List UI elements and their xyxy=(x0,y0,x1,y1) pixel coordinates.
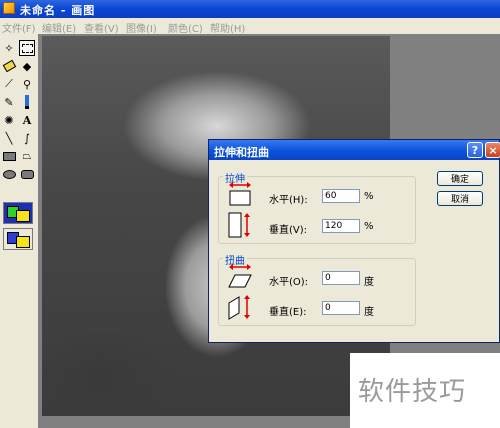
stretch-vertical-label: 垂直(V): xyxy=(269,225,308,236)
toolbox: ✧ ◆ ⟋ ⚲ ✎ ✺ A ╲ ∫ ⏢ xyxy=(0,34,39,428)
watermark-text: 软件技巧 xyxy=(358,377,467,407)
skew-horizontal-unit: 度 xyxy=(364,277,374,288)
line-icon[interactable]: ╲ xyxy=(1,130,17,146)
eraser-icon[interactable] xyxy=(1,58,17,74)
stretch-group: 拉伸 水平(H): 60 % 垂直(V): 120 % xyxy=(218,170,416,244)
menu-image[interactable]: 图像(I) xyxy=(126,20,157,35)
opaque-option-icon[interactable] xyxy=(3,202,33,224)
help-button[interactable]: ? xyxy=(467,142,483,158)
vertical-stretch-icon xyxy=(228,212,250,238)
text-icon[interactable]: A xyxy=(19,112,35,128)
pencil-icon[interactable]: ✎ xyxy=(1,94,17,110)
brush-icon[interactable] xyxy=(19,94,35,110)
dialog-title: 拉伸和扭曲 xyxy=(214,146,269,159)
skew-vertical-input[interactable]: 0 xyxy=(322,301,360,315)
skew-vertical-label: 垂直(E): xyxy=(269,307,307,318)
menu-edit[interactable]: 编辑(E) xyxy=(42,20,76,35)
skew-group: 扭曲 水平(O): 0 度 垂直(E): 0 度 xyxy=(218,252,416,326)
airbrush-icon[interactable]: ✺ xyxy=(1,112,17,128)
skew-horizontal-label: 水平(O): xyxy=(269,277,309,288)
rect-select-icon[interactable] xyxy=(19,40,35,56)
menu-file[interactable]: 文件(F) xyxy=(2,20,36,35)
skew-vertical-unit: 度 xyxy=(364,307,374,318)
window-title: 未命名 - 画图 xyxy=(20,4,96,17)
stretch-skew-dialog: 拉伸和扭曲 ? × 拉伸 水平(H): 60 % 垂直(V): 120 % 扭曲… xyxy=(208,139,500,343)
close-button[interactable]: × xyxy=(485,142,500,158)
vertical-skew-icon xyxy=(228,295,250,320)
watermark: 软件技巧 xyxy=(350,353,500,428)
fill-icon[interactable]: ◆ xyxy=(19,58,35,74)
horizontal-stretch-icon xyxy=(229,182,251,206)
transparent-option-icon[interactable] xyxy=(3,228,33,250)
paint-app-icon xyxy=(3,2,15,14)
menu-colors[interactable]: 颜色(C) xyxy=(168,20,203,35)
rounded-rect-icon[interactable] xyxy=(19,166,35,182)
cancel-button[interactable]: 取消 xyxy=(437,191,483,206)
rectangle-icon[interactable] xyxy=(1,148,17,164)
menu-help[interactable]: 帮助(H) xyxy=(210,20,245,35)
window-titlebar: 未命名 - 画图 xyxy=(0,0,500,18)
skew-horizontal-input[interactable]: 0 xyxy=(322,271,360,285)
polygon-icon[interactable]: ⏢ xyxy=(19,148,35,164)
horizontal-skew-icon xyxy=(228,264,252,288)
stretch-horizontal-input[interactable]: 60 xyxy=(322,189,360,203)
stretch-horizontal-unit: % xyxy=(364,191,374,202)
ellipse-icon[interactable] xyxy=(1,166,17,182)
free-select-icon[interactable]: ✧ xyxy=(1,40,17,56)
ok-button[interactable]: 确定 xyxy=(437,171,483,186)
menu-view[interactable]: 查看(V) xyxy=(84,20,119,35)
stretch-horizontal-label: 水平(H): xyxy=(269,195,308,206)
curve-icon[interactable]: ∫ xyxy=(19,130,35,146)
stretch-vertical-input[interactable]: 120 xyxy=(322,219,360,233)
stretch-vertical-unit: % xyxy=(364,221,374,232)
magnifier-icon[interactable]: ⚲ xyxy=(19,76,35,92)
dialog-titlebar: 拉伸和扭曲 ? × xyxy=(209,140,500,160)
menu-bar: 文件(F) 编辑(E) 查看(V) 图像(I) 颜色(C) 帮助(H) xyxy=(0,18,500,35)
color-picker-icon[interactable]: ⟋ xyxy=(1,76,17,92)
